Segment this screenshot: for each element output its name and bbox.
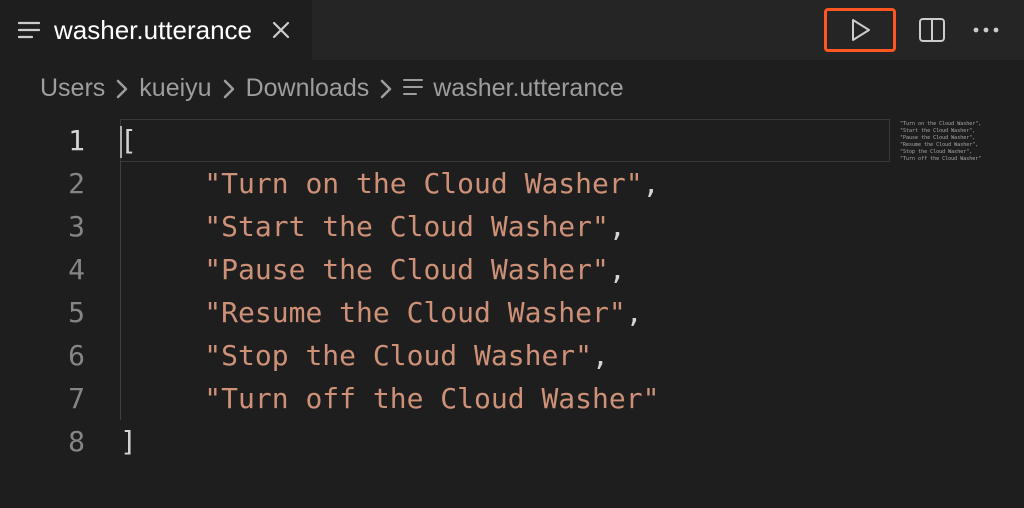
breadcrumb-file[interactable]: washer.utterance	[403, 74, 623, 103]
line-number: 5	[0, 291, 120, 334]
tab-bar: washer.utterance	[0, 0, 1024, 60]
line-number: 6	[0, 334, 120, 377]
code-line[interactable]: "Start the Cloud Washer",	[120, 205, 659, 248]
code-content[interactable]: [ "Turn on the Cloud Washer", "Start the…	[120, 117, 659, 463]
breadcrumb-segment[interactable]: Users	[40, 74, 105, 103]
minimap-line: "Turn off the Cloud Washer"	[900, 156, 1018, 163]
code-line[interactable]: "Turn on the Cloud Washer",	[120, 162, 659, 205]
chevron-right-icon	[115, 78, 129, 100]
chevron-right-icon	[379, 78, 393, 100]
code-line[interactable]: "Pause the Cloud Washer",	[120, 248, 659, 291]
breadcrumb-segment[interactable]: kueiyu	[139, 74, 211, 103]
minimap[interactable]: "Turn on the Cloud Washer","Start the Cl…	[894, 117, 1024, 463]
file-lines-icon	[403, 74, 423, 103]
minimap-line: "Resume the Cloud Washer",	[900, 142, 1018, 149]
code-line[interactable]: "Resume the Cloud Washer",	[120, 291, 659, 334]
minimap-line: "Stop the Cloud Washer",	[900, 149, 1018, 156]
code-line[interactable]: "Stop the Cloud Washer",	[120, 334, 659, 377]
minimap-line: "Turn on the Cloud Washer",	[900, 121, 1018, 128]
close-icon[interactable]	[270, 19, 292, 41]
minimap-line: "Start the Cloud Washer",	[900, 128, 1018, 135]
editor-area[interactable]: 12345678 [ "Turn on the Cloud Washer", "…	[0, 117, 1024, 463]
code-line[interactable]: "Turn off the Cloud Washer"	[120, 377, 659, 420]
code-line[interactable]: [	[120, 119, 659, 162]
chevron-right-icon	[222, 78, 236, 100]
line-number: 2	[0, 162, 120, 205]
breadcrumb-filename: washer.utterance	[433, 74, 623, 103]
breadcrumb: Users kueiyu Downloads washer.utterance	[0, 60, 1024, 117]
split-icon	[918, 17, 946, 43]
code-line[interactable]: ]	[120, 420, 659, 463]
line-number-gutter: 12345678	[0, 117, 120, 463]
line-number: 8	[0, 420, 120, 463]
tab-group: washer.utterance	[0, 0, 312, 60]
ellipsis-icon	[972, 26, 1000, 34]
breadcrumb-segment[interactable]: Downloads	[246, 74, 370, 103]
line-number: 4	[0, 248, 120, 291]
tab-actions	[824, 8, 1024, 52]
line-number: 3	[0, 205, 120, 248]
more-actions-button[interactable]	[968, 22, 1004, 38]
play-icon	[847, 17, 873, 43]
run-button[interactable]	[824, 8, 896, 52]
minimap-line: "Pause the Cloud Washer",	[900, 135, 1018, 142]
file-lines-icon	[18, 20, 40, 40]
tab-title: washer.utterance	[54, 15, 252, 46]
line-number: 1	[0, 119, 120, 162]
tab-active[interactable]: washer.utterance	[0, 0, 312, 60]
split-editor-button[interactable]	[914, 13, 950, 47]
line-number: 7	[0, 377, 120, 420]
